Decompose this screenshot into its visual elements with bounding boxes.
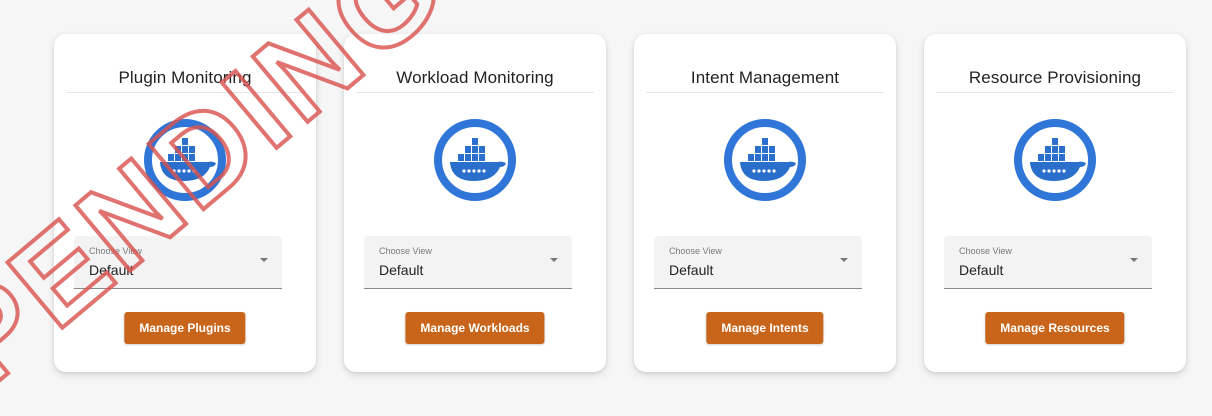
- manage-intents-button[interactable]: Manage Intents: [706, 312, 824, 344]
- divider: [936, 92, 1174, 93]
- chevron-down-icon: [550, 258, 558, 262]
- dashboard-stage: Plugin Monitoring Choose View Default Ma…: [0, 0, 1212, 416]
- divider: [356, 92, 594, 93]
- manage-workloads-button[interactable]: Manage Workloads: [405, 312, 545, 344]
- docker-whale-icon: [1012, 117, 1098, 203]
- manage-plugins-button[interactable]: Manage Plugins: [124, 312, 246, 344]
- docker-whale-icon: [432, 117, 518, 203]
- divider: [646, 92, 884, 93]
- select-label: Choose View: [959, 246, 1012, 256]
- card-intent-management: Intent Management Choose View Default Ma…: [634, 34, 896, 372]
- choose-view-select[interactable]: Choose View Default: [74, 236, 282, 289]
- manage-resources-button[interactable]: Manage Resources: [985, 312, 1125, 344]
- select-label: Choose View: [89, 246, 142, 256]
- select-label: Choose View: [379, 246, 432, 256]
- chevron-down-icon: [840, 258, 848, 262]
- docker-whale-icon: [142, 117, 228, 203]
- chevron-down-icon: [1130, 258, 1138, 262]
- card-title: Intent Management: [690, 68, 840, 87]
- chevron-down-icon: [260, 258, 268, 262]
- select-value: Default: [89, 262, 134, 278]
- select-value: Default: [669, 262, 714, 278]
- select-value: Default: [379, 262, 424, 278]
- card-title: Plugin Monitoring: [118, 68, 252, 87]
- select-value: Default: [959, 262, 1004, 278]
- divider: [66, 92, 304, 93]
- choose-view-select[interactable]: Choose View Default: [364, 236, 572, 289]
- docker-whale-icon: [722, 117, 808, 203]
- card-title: Resource Provisioning: [968, 68, 1142, 87]
- card-resource-provisioning: Resource Provisioning Choose View Defaul…: [924, 34, 1186, 372]
- choose-view-select[interactable]: Choose View Default: [944, 236, 1152, 289]
- card-title: Workload Monitoring: [396, 68, 554, 87]
- select-label: Choose View: [669, 246, 722, 256]
- card-plugin-monitoring: Plugin Monitoring Choose View Default Ma…: [54, 34, 316, 372]
- choose-view-select[interactable]: Choose View Default: [654, 236, 862, 289]
- card-workload-monitoring: Workload Monitoring Choose View Default …: [344, 34, 606, 372]
